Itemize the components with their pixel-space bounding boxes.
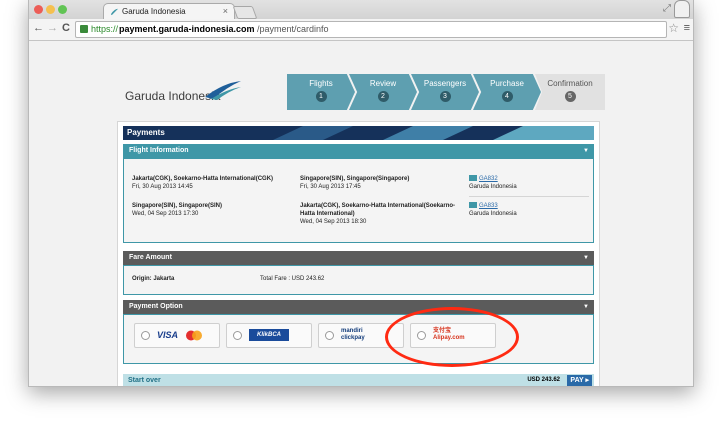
payments-header: Payments — [123, 126, 594, 140]
back-arrow-icon[interactable]: ← — [33, 22, 44, 34]
fare-amount-header[interactable]: Fare Amount ▼ — [123, 251, 594, 265]
reload-icon[interactable]: C — [62, 22, 70, 34]
mandiri-logo: mandiri clickpay — [341, 328, 365, 341]
url-scheme: https:// — [91, 24, 119, 34]
profile-icon[interactable] — [674, 0, 690, 18]
payment-option-visa[interactable]: VISA — [134, 323, 220, 348]
browser-window: Garuda Indonesia × ⤢ ← → C https:// paym… — [28, 0, 694, 387]
flight-info-body: Jakarta(CGK), Soekarno-Hatta Internation… — [123, 158, 594, 243]
flight-row-2-origin: Singapore(SIN), Singapore(SIN) Wed, 04 Se… — [132, 203, 223, 217]
radio-mandiri[interactable] — [325, 331, 334, 340]
flight-row-1-destination: Singapore(SIN), Singapore(Singapore) Fri,… — [300, 176, 410, 190]
tab-close-icon[interactable]: × — [223, 6, 228, 16]
start-over-link[interactable]: Start over — [128, 374, 161, 386]
flight-row-1-flight: GA832 Garuda Indonesia — [469, 175, 517, 190]
fullscreen-icon[interactable]: ⤢ — [663, 3, 671, 14]
page-content: Garuda Indonesia Flights 1 Review 2 Passen… — [29, 41, 693, 386]
visa-logo: VISA — [157, 330, 179, 340]
flight-row-2-destination: Jakarta(CGK), Soekarno-Hatta Internation… — [300, 203, 456, 225]
forward-arrow-icon[interactable]: → — [47, 22, 58, 34]
pay-button[interactable]: PAY ▸ — [567, 375, 592, 386]
radio-visa[interactable] — [141, 331, 150, 340]
zoom-window-button[interactable] — [58, 5, 67, 14]
bookmark-star-icon[interactable]: ☆ — [668, 21, 679, 35]
payment-card: Payments Flight Information ▼ Jakarta(CGK… — [117, 121, 600, 386]
divider — [469, 196, 589, 197]
browser-tab[interactable]: Garuda Indonesia × — [103, 3, 235, 20]
klikbca-logo: KlikBCA — [249, 329, 289, 341]
mastercard-icon — [186, 330, 202, 341]
highlight-circle — [385, 307, 519, 367]
header-stripes — [273, 126, 594, 140]
tab-bar: Garuda Indonesia × ⤢ — [29, 0, 693, 20]
fare-origin: Origin: Jakarta — [132, 276, 175, 282]
url-host: payment.garuda-indonesia.com — [119, 24, 255, 34]
collapse-arrow-icon: ▼ — [583, 304, 589, 310]
flight-row-1-origin: Jakarta(CGK), Soekarno-Hatta Internation… — [132, 176, 274, 190]
total-fare: Total Fare : USD 243.62 — [260, 276, 325, 282]
payments-title: Payments — [127, 128, 165, 137]
step-purchase: Purchase 4 — [473, 74, 541, 110]
close-window-button[interactable] — [34, 5, 43, 14]
payment-option-klikbca[interactable]: KlikBCA — [226, 323, 312, 348]
tab-title: Garuda Indonesia — [122, 7, 186, 16]
flight-number-link[interactable]: GA833 — [479, 203, 498, 209]
step-flights: Flights 1 — [287, 74, 355, 110]
fare-amount-body: Origin: Jakarta Total Fare : USD 243.62 — [123, 265, 594, 295]
footer-bar: Start over USD 243.62 PAY ▸ — [123, 374, 594, 386]
browser-toolbar: ← → C https:// payment.garuda-indonesia.… — [29, 19, 693, 41]
flight-number-link[interactable]: GA832 — [479, 176, 498, 182]
flight-info-header[interactable]: Flight Information ▼ — [123, 144, 594, 158]
step-confirmation: Confirmation 5 — [535, 74, 605, 110]
footer-amount: USD 243.62 — [527, 377, 560, 383]
url-path: /payment/cardinfo — [257, 24, 329, 34]
collapse-arrow-icon: ▼ — [583, 148, 589, 154]
step-review: Review 2 — [349, 74, 417, 110]
garuda-flag-icon — [469, 202, 477, 209]
radio-klikbca[interactable] — [233, 331, 242, 340]
garuda-favicon-icon — [110, 8, 119, 16]
minimize-window-button[interactable] — [46, 5, 55, 14]
garuda-logo-icon — [205, 81, 241, 100]
step-passengers: Passengers 3 — [411, 74, 479, 110]
flight-row-2-flight: GA833 Garuda Indonesia — [469, 202, 517, 217]
address-bar[interactable]: https:// payment.garuda-indonesia.com /p… — [75, 21, 667, 38]
lock-icon — [80, 25, 88, 33]
menu-icon[interactable]: ≡ — [684, 22, 690, 34]
new-tab-button[interactable] — [232, 6, 258, 19]
payment-option-body: VISA KlikBCA mandiri clickpay 支付宝 Alipay… — [123, 314, 594, 364]
payment-option-header[interactable]: Payment Option ▼ — [123, 300, 594, 314]
garuda-flag-icon — [469, 175, 477, 182]
collapse-arrow-icon: ▼ — [583, 255, 589, 261]
